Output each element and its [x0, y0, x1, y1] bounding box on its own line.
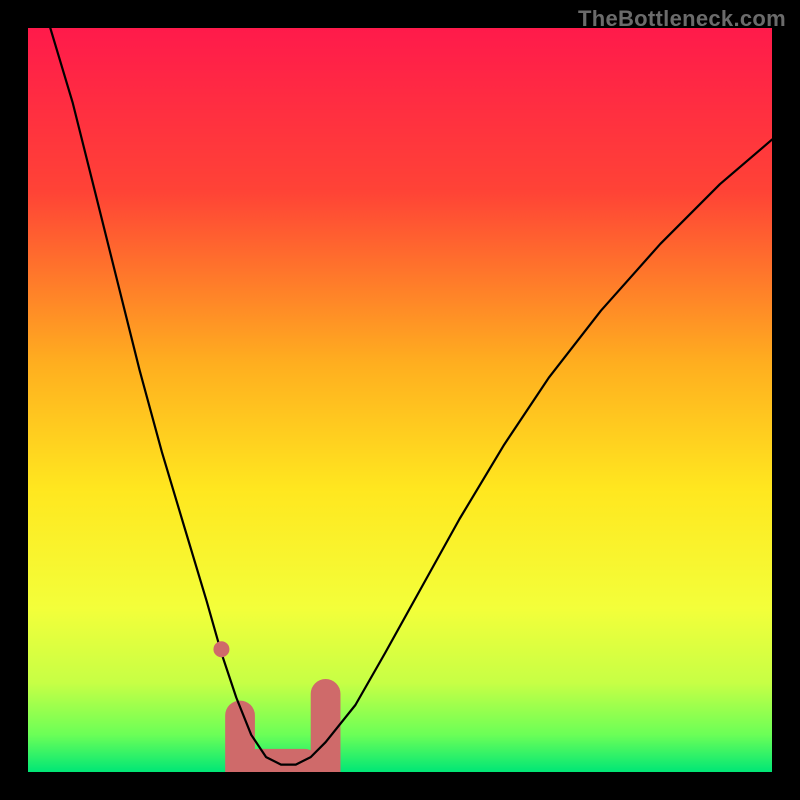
chart-svg	[28, 28, 772, 772]
watermark-label: TheBottleneck.com	[578, 6, 786, 32]
markers-layer-over	[213, 641, 229, 657]
gradient-background	[28, 28, 772, 772]
plot-area	[28, 28, 772, 772]
bar-right	[311, 679, 341, 772]
dot-left	[213, 641, 229, 657]
outer-frame: TheBottleneck.com	[0, 0, 800, 800]
bar-floor	[244, 749, 318, 772]
